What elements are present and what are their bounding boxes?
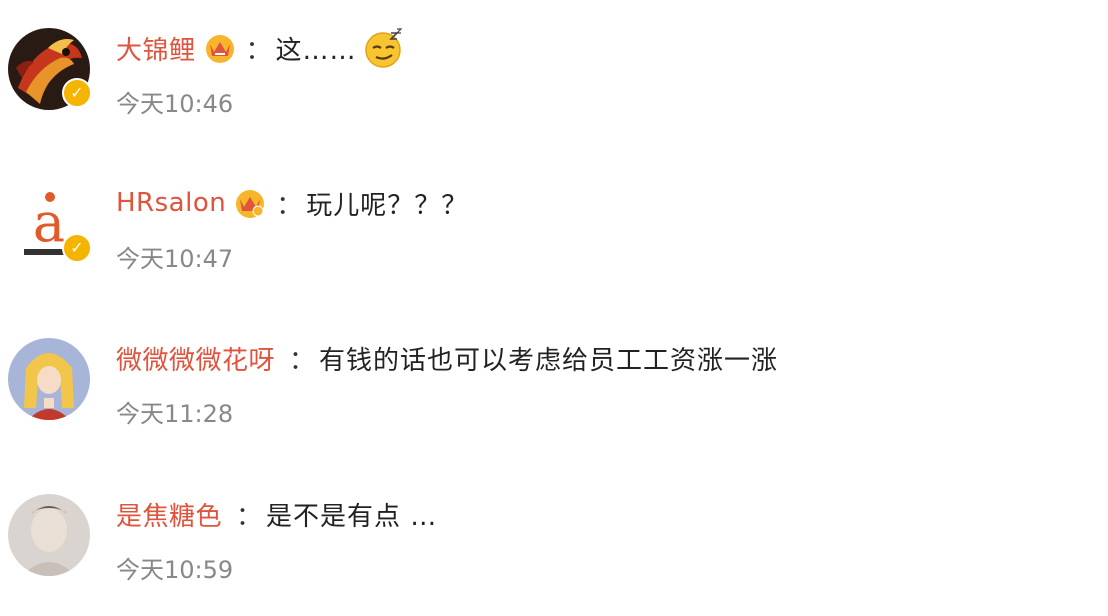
comment-text: 这…… [275,35,357,66]
crown-badge-icon[interactable] [204,32,236,64]
separator: ： [245,35,272,66]
comment-header: 大锦鲤 ： 这…… [116,28,405,68]
verified-badge-icon: ✓ [62,78,92,108]
avatar-image [8,338,90,420]
comment-header: 是焦糖色 ： 是不是有点 … [116,494,437,534]
avatar-image [8,494,90,576]
timestamp: 今天11:28 [116,400,234,428]
separator: ： [276,190,303,221]
comment-text: 有钱的话也可以考虑给员工工资涨一涨 [319,345,779,376]
username[interactable]: HRsalon [116,188,226,218]
username[interactable]: 大锦鲤 [116,30,196,67]
avatar[interactable] [8,338,90,420]
avatar[interactable]: ✓ [8,28,92,110]
comment-text: 玩儿呢？？？ [306,190,469,221]
separator: ： [236,501,263,532]
username[interactable]: 是焦糖色 [116,496,222,533]
comment-header: 微微微微花呀 ： 有钱的话也可以考虑给员工工资涨一涨 [116,338,778,378]
avatar[interactable] [8,494,90,576]
avatar[interactable]: a ✓ [8,183,92,265]
comment-header: HRsalon ： 玩儿呢？？？ [116,183,468,223]
comment-item: 是焦糖色 ： 是不是有点 … 今天10:59 [0,466,1108,584]
timestamp: 今天10:59 [116,556,234,584]
comment-text: 是不是有点 … [266,501,438,532]
comment-item: 微微微微花呀 ： 有钱的话也可以考虑给员工工资涨一涨 今天11:28 [0,310,1108,428]
username[interactable]: 微微微微花呀 [116,340,275,377]
smirk-face-emoji-icon [363,27,405,69]
comment-item: a ✓ HRsalon ： 玩儿呢？？？ 今天10:47 [0,155,1108,273]
crown-badge-icon[interactable] [234,187,266,219]
timestamp: 今天10:47 [116,245,234,273]
verified-badge-icon: ✓ [62,233,92,263]
separator: ： [289,345,316,376]
comment-list: ✓ 大锦鲤 ： 这…… 今天10:46 a ✓ HRsalon ： 玩儿呢？？？… [0,0,1108,616]
timestamp: 今天10:46 [116,90,234,118]
comment-item: ✓ 大锦鲤 ： 这…… 今天10:46 [0,0,1108,118]
